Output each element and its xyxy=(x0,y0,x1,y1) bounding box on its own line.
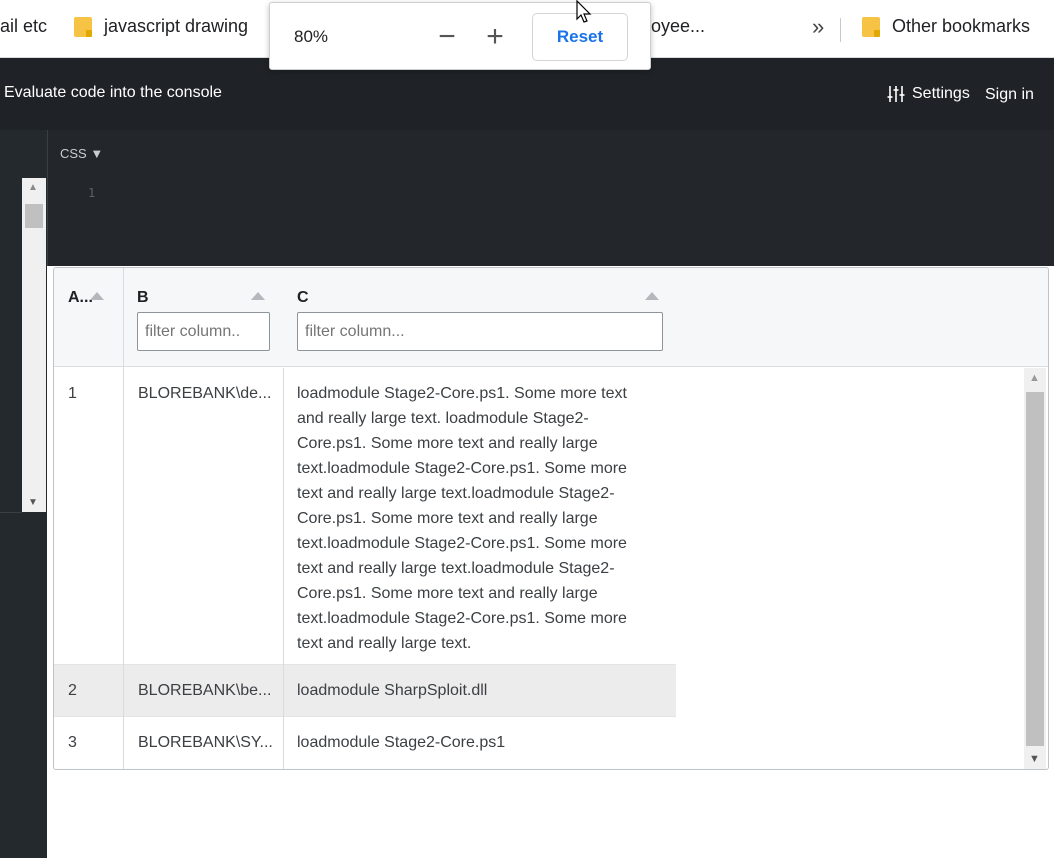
cell-c: loadmodule Stage2-Core.ps1. Some more te… xyxy=(297,385,627,652)
filter-input-b[interactable] xyxy=(137,312,270,351)
cell-b: BLOREBANK\be... xyxy=(138,682,272,699)
zoom-out-button[interactable] xyxy=(700,17,734,57)
folder-icon xyxy=(862,16,880,37)
language-selector[interactable]: CSS ▼ xyxy=(60,146,103,161)
bookmark-label[interactable]: javascript drawing xyxy=(104,16,248,37)
sort-ascending-icon[interactable] xyxy=(645,292,659,300)
bookmark-label[interactable]: oyee... xyxy=(651,16,705,37)
column-divider xyxy=(123,268,124,769)
table-header: A... B C xyxy=(54,268,1048,367)
table-row[interactable]: 1 BLOREBANK\de... loadmodule Stage2-Core… xyxy=(54,368,676,665)
mouse-cursor-icon xyxy=(576,0,592,23)
table-row[interactable]: 3 BLOREBANK\SY... loadmodule Stage2-Core… xyxy=(54,717,676,769)
cell-c: loadmodule SharpSploit.dll xyxy=(297,682,488,699)
sliders-icon xyxy=(887,86,905,102)
bookmarks-overflow-button[interactable]: » xyxy=(812,14,824,40)
settings-button[interactable]: Settings xyxy=(886,84,970,104)
bookmark-item[interactable]: ail etc xyxy=(0,16,47,37)
evaluate-console-label[interactable]: Evaluate code into the console xyxy=(4,84,222,102)
sign-in-button[interactable]: Sign in xyxy=(985,86,1034,104)
bookmark-folder-other[interactable]: Other bookmarks xyxy=(862,16,1030,37)
left-scrollbar[interactable]: ▲ ▼ xyxy=(22,178,46,512)
dropdown-arrow-icon: ▼ xyxy=(90,146,104,161)
cell-a: 3 xyxy=(68,734,77,751)
css-editor[interactable]: CSS ▼ 1 xyxy=(47,130,1054,266)
settings-label: Settings xyxy=(912,85,970,102)
column-header-b[interactable]: B xyxy=(123,268,283,367)
scroll-down-icon[interactable]: ▼ xyxy=(1029,753,1040,765)
column-label: C xyxy=(297,289,309,306)
scroll-up-icon[interactable]: ▲ xyxy=(28,182,38,193)
column-header-c[interactable]: C xyxy=(283,268,673,367)
column-divider xyxy=(283,368,284,769)
zoom-level: 80% xyxy=(294,27,329,46)
sort-ascending-icon[interactable] xyxy=(251,292,265,300)
language-label: CSS xyxy=(60,146,87,161)
scrollbar-thumb[interactable] xyxy=(25,204,43,228)
cell-b: BLOREBANK\de... xyxy=(138,385,272,402)
bookmark-folder-javascript-drawing[interactable]: javascript drawing xyxy=(74,16,248,37)
zoom-in-button[interactable]: + xyxy=(478,17,512,57)
folder-icon xyxy=(74,16,92,37)
cell-c: loadmodule Stage2-Core.ps1 xyxy=(297,734,506,751)
bookmark-label[interactable]: Other bookmarks xyxy=(892,16,1030,37)
table-row[interactable]: 2 BLOREBANK\be... loadmodule SharpSploit… xyxy=(54,665,676,717)
column-label: B xyxy=(137,289,149,306)
scrollbar-thumb[interactable] xyxy=(1026,392,1044,746)
sort-ascending-icon[interactable] xyxy=(90,292,104,300)
table-scrollbar[interactable]: ▲ ▼ xyxy=(1024,368,1046,769)
zoom-out-button[interactable]: − xyxy=(430,17,464,57)
scroll-up-icon[interactable]: ▲ xyxy=(1029,372,1040,384)
data-table: A... B C 1 BLOREBANK\de... loadmodule St… xyxy=(53,267,1049,770)
line-number: 1 xyxy=(88,186,96,200)
bookmark-label[interactable]: ail etc xyxy=(0,16,47,37)
cell-b: BLOREBANK\SY... xyxy=(138,734,273,751)
cell-a: 2 xyxy=(68,682,77,699)
cell-a: 1 xyxy=(68,385,77,402)
bookmarks-divider xyxy=(840,18,841,42)
scroll-down-icon[interactable]: ▼ xyxy=(28,497,38,508)
column-header-a[interactable]: A... xyxy=(54,268,123,367)
bookmark-item[interactable]: oyee... xyxy=(651,16,705,37)
panel-divider xyxy=(0,512,22,513)
filter-input-c[interactable] xyxy=(297,312,663,351)
